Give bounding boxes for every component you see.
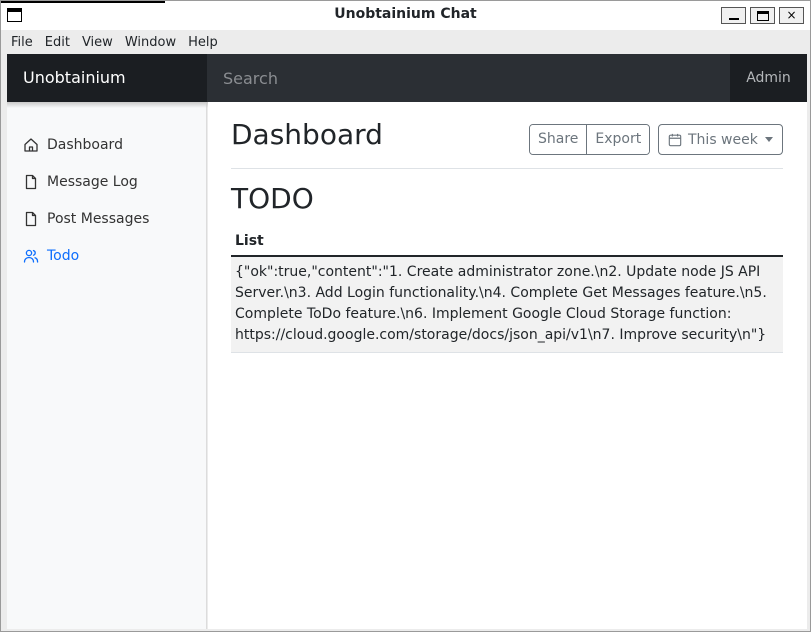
menu-help[interactable]: Help <box>188 35 218 50</box>
minimize-button[interactable] <box>721 7 746 24</box>
table-header-list: List <box>231 230 783 257</box>
export-button[interactable]: Export <box>586 125 650 154</box>
week-label: This week <box>688 131 758 148</box>
menu-bar: File Edit View Window Help <box>1 30 810 54</box>
sidebar-item-dashboard[interactable]: Dashboard <box>7 126 206 163</box>
search-input[interactable] <box>207 54 730 102</box>
sidebar-item-label: Dashboard <box>47 136 123 153</box>
action-button-group: Share Export <box>529 124 651 155</box>
week-dropdown-button[interactable]: This week <box>658 124 783 155</box>
title-bar: Unobtainium Chat × <box>1 1 810 30</box>
sidebar: Dashboard Message Log Post Messages Todo <box>7 102 207 629</box>
section-title: TODO <box>231 182 314 215</box>
sidebar-item-post-messages[interactable]: Post Messages <box>7 200 206 237</box>
page-title: Dashboard <box>231 118 383 151</box>
brand-link[interactable]: Unobtainium <box>7 54 207 102</box>
sidebar-item-message-log[interactable]: Message Log <box>7 163 206 200</box>
admin-link[interactable]: Admin <box>730 54 807 102</box>
sidebar-item-label: Message Log <box>47 173 138 190</box>
chevron-down-icon <box>765 137 773 142</box>
maximize-icon <box>757 11 769 21</box>
menu-view[interactable]: View <box>82 35 113 50</box>
close-button[interactable]: × <box>779 7 804 24</box>
users-icon <box>23 249 39 263</box>
sidebar-item-label: Post Messages <box>47 210 150 227</box>
menu-file[interactable]: File <box>11 35 33 50</box>
menu-edit[interactable]: Edit <box>45 35 70 50</box>
calendar-icon <box>668 133 682 146</box>
main-content: Dashboard Share Export This week TODO Li… <box>208 102 807 629</box>
table-cell: {"ok":true,"content":"1. Create administ… <box>231 257 783 353</box>
file-icon <box>25 174 37 189</box>
file-icon <box>25 211 37 226</box>
menu-window[interactable]: Window <box>125 35 176 50</box>
sidebar-item-label: Todo <box>47 247 80 264</box>
share-button[interactable]: Share <box>530 125 587 154</box>
minimize-icon <box>729 18 739 20</box>
top-navbar: Unobtainium Admin <box>7 54 807 102</box>
sidebar-item-todo[interactable]: Todo <box>7 237 206 274</box>
home-icon <box>24 137 38 152</box>
header-divider <box>231 168 783 169</box>
maximize-button[interactable] <box>750 7 775 24</box>
title-bar-accent <box>1 1 165 3</box>
todo-table: List {"ok":true,"content":"1. Create adm… <box>231 230 783 353</box>
app-window: Unobtainium Chat × File Edit View Window… <box>0 0 811 632</box>
window-title: Unobtainium Chat <box>334 6 477 22</box>
